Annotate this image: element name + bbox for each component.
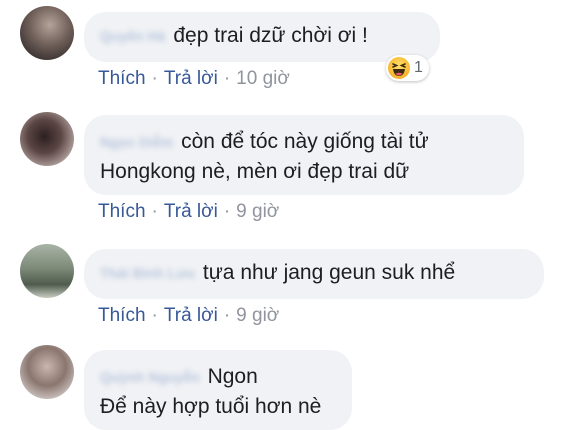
comment-text: tựa như jang geun suk nhể bbox=[202, 261, 456, 284]
comment-bubble: Ngọc Diễm còn để tóc này giống tài tử Hon… bbox=[84, 115, 524, 195]
comment-text-line-2: Hongkong nè, mèn ơi đẹp trai dữ bbox=[100, 160, 410, 184]
avatar[interactable] bbox=[20, 345, 74, 399]
comment-text-line-2: Để này hợp tuổi hơn nè bbox=[100, 395, 322, 419]
like-link[interactable]: Thích bbox=[98, 68, 146, 89]
separator: · bbox=[151, 201, 158, 222]
comment-bubble: Quyên Hà đẹp trai dzữ chời ơi ! bbox=[84, 12, 440, 62]
author-name[interactable]: Thái Bình Lưu bbox=[100, 265, 195, 281]
comment-actions: Thích · Trả lời · 10 giờ bbox=[98, 68, 290, 90]
comment-text-line-1: còn để tóc này giống tài tử bbox=[181, 130, 429, 153]
author-name[interactable]: Ngọc Diễm bbox=[100, 127, 173, 157]
reply-link[interactable]: Trả lời bbox=[164, 305, 218, 326]
comment-text: đẹp trai dzữ chời ơi ! bbox=[173, 24, 368, 47]
reaction-count: 1 bbox=[414, 59, 423, 76]
reply-link[interactable]: Trả lời bbox=[164, 201, 218, 222]
avatar[interactable] bbox=[20, 6, 74, 60]
timestamp[interactable]: 10 giờ bbox=[236, 68, 290, 89]
avatar[interactable] bbox=[20, 244, 74, 298]
haha-icon bbox=[388, 57, 410, 79]
reaction-badge[interactable]: 1 bbox=[386, 55, 429, 81]
avatar[interactable] bbox=[20, 112, 74, 166]
timestamp[interactable]: 9 giờ bbox=[236, 201, 279, 222]
separator: · bbox=[223, 201, 231, 222]
comment-actions: Thích · Trả lời · 9 giờ bbox=[98, 305, 279, 327]
comment-bubble: Quỳnh Nguyễn Ngon Để này hợp tuổi hơn nè bbox=[84, 350, 352, 430]
separator: · bbox=[223, 68, 231, 89]
like-link[interactable]: Thích bbox=[98, 201, 146, 222]
reply-link[interactable]: Trả lời bbox=[164, 68, 218, 89]
comment-bubble: Thái Bình Lưu tựa như jang geun suk nhể bbox=[84, 249, 544, 299]
separator: · bbox=[151, 68, 158, 89]
author-name[interactable]: Quỳnh Nguyễn bbox=[100, 362, 200, 392]
separator: · bbox=[223, 305, 231, 326]
comment-actions: Thích · Trả lời · 9 giờ bbox=[98, 201, 279, 223]
author-name[interactable]: Quyên Hà bbox=[100, 28, 165, 44]
separator: · bbox=[151, 305, 158, 326]
timestamp[interactable]: 9 giờ bbox=[236, 305, 279, 326]
comment-text-line-1: Ngon bbox=[207, 365, 258, 388]
like-link[interactable]: Thích bbox=[98, 305, 146, 326]
